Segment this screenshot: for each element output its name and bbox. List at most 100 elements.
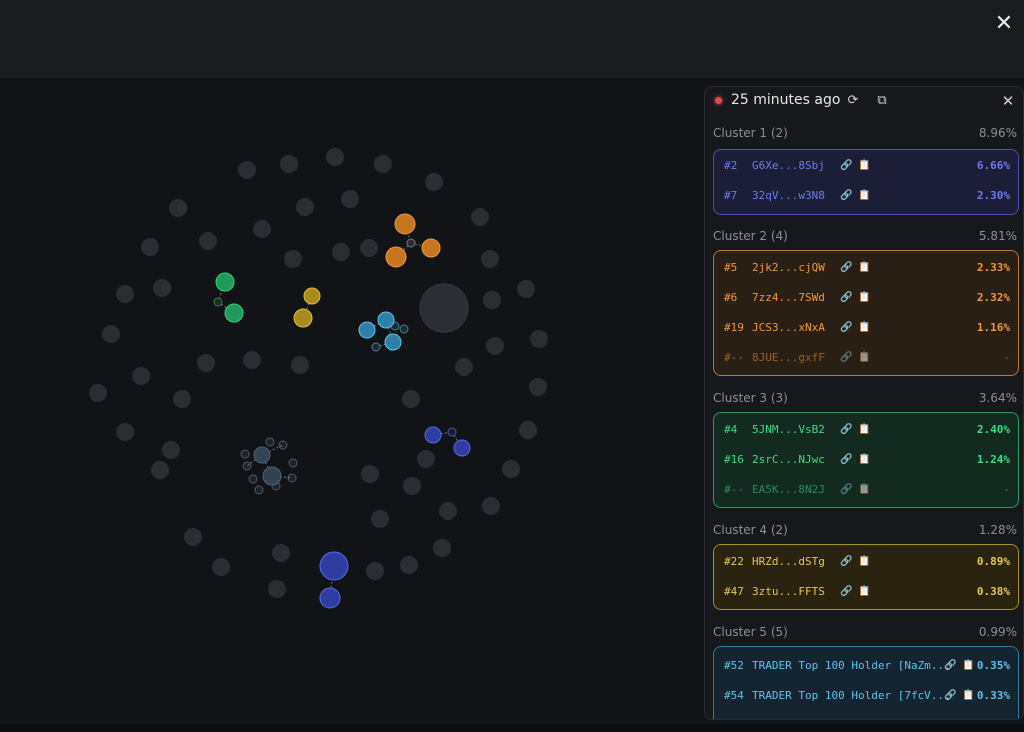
holder-row[interactable]: #52 TRADER Top 100 Holder [NaZm... 🔗 📋 0…: [724, 659, 1010, 675]
holder-bubble[interactable]: [517, 280, 535, 298]
holder-row[interactable]: #6 7zz4...7SWd 🔗 📋 2.32%: [724, 291, 1010, 307]
holder-bubble[interactable]: [262, 466, 282, 486]
holder-bubble[interactable]: [319, 587, 341, 609]
copy-icon[interactable]: 📋: [858, 454, 870, 465]
holder-bubble[interactable]: [89, 384, 107, 402]
holder-bubble[interactable]: [519, 421, 537, 439]
holder-row[interactable]: #16 2srC...NJwc 🔗 📋 1.24%: [724, 453, 1010, 469]
holder-bubble[interactable]: [169, 199, 187, 217]
copy-icon[interactable]: 📋: [858, 190, 870, 201]
holder-bubble[interactable]: [268, 580, 286, 598]
holder-bubble[interactable]: [433, 539, 451, 557]
holder-bubble[interactable]: [406, 238, 416, 248]
link-icon[interactable]: 🔗: [944, 690, 956, 701]
holder-row[interactable]: #47 3ztu...FFTS 🔗 📋 0.38%: [724, 585, 1010, 601]
copy-icon[interactable]: 📋: [962, 690, 974, 701]
copy-icon[interactable]: 📋: [858, 160, 870, 171]
holder-bubble[interactable]: [197, 354, 215, 372]
holder-row[interactable]: #7 32qV...w3N8 🔗 📋 2.30%: [724, 189, 1010, 205]
holder-bubble[interactable]: [366, 562, 384, 580]
holder-address[interactable]: TRADER Top 100 Holder [NaZm...: [752, 659, 951, 672]
holder-bubble[interactable]: [153, 279, 171, 297]
holder-bubble[interactable]: [319, 551, 349, 581]
holder-bubble[interactable]: [486, 337, 504, 355]
holder-bubble[interactable]: [358, 321, 376, 339]
holder-bubble[interactable]: [402, 390, 420, 408]
holder-row[interactable]: #2 G6Xe...8Sbj 🔗 📋 6.66%: [724, 159, 1010, 175]
link-icon[interactable]: 🔗: [840, 586, 852, 597]
holder-bubble[interactable]: [385, 246, 407, 268]
holder-bubble[interactable]: [419, 283, 469, 333]
holder-bubble[interactable]: [199, 232, 217, 250]
copy-icon[interactable]: 📋: [858, 424, 870, 435]
holder-bubble[interactable]: [288, 458, 298, 468]
holder-bubble[interactable]: [238, 161, 256, 179]
copy-icon[interactable]: 📋: [858, 586, 870, 597]
holder-bubble[interactable]: [400, 556, 418, 574]
link-icon[interactable]: 🔗: [840, 352, 852, 363]
link-icon[interactable]: 🔗: [944, 660, 956, 671]
holder-bubble[interactable]: [481, 250, 499, 268]
holder-bubble[interactable]: [280, 155, 298, 173]
holder-row[interactable]: #22 HRZd...dSTg 🔗 📋 0.89%: [724, 555, 1010, 571]
link-icon[interactable]: 🔗: [840, 190, 852, 201]
holder-bubble[interactable]: [184, 528, 202, 546]
holder-bubble[interactable]: [296, 198, 314, 216]
refresh-icon[interactable]: ⟳: [846, 94, 860, 108]
holder-bubble[interactable]: [425, 173, 443, 191]
holder-bubble[interactable]: [421, 238, 441, 258]
holder-bubble[interactable]: [403, 477, 421, 495]
copy-icon[interactable]: 📋: [858, 556, 870, 567]
holder-bubble[interactable]: [471, 208, 489, 226]
holder-bubble[interactable]: [326, 148, 344, 166]
holder-bubble[interactable]: [447, 427, 457, 437]
holder-bubble[interactable]: [141, 238, 159, 256]
holder-row[interactable]: #-- 8JUE...gxfF 🔗 📋 -: [724, 351, 1010, 367]
holder-bubble[interactable]: [265, 437, 275, 447]
holder-row[interactable]: #19 JCS3...xNxA 🔗 📋 1.16%: [724, 321, 1010, 337]
holder-address[interactable]: 5JNM...VsB2: [752, 423, 825, 436]
holder-bubble[interactable]: [371, 342, 381, 352]
holder-bubble[interactable]: [253, 220, 271, 238]
holder-bubble[interactable]: [284, 250, 302, 268]
holder-bubble[interactable]: [371, 510, 389, 528]
holder-bubble[interactable]: [483, 291, 501, 309]
holder-address[interactable]: G6Xe...8Sbj: [752, 159, 825, 172]
holder-bubble[interactable]: [173, 390, 191, 408]
holder-bubble[interactable]: [360, 239, 378, 257]
holder-bubble[interactable]: [254, 485, 264, 495]
holder-bubble[interactable]: [248, 474, 258, 484]
holder-bubble[interactable]: [502, 460, 520, 478]
holder-bubble[interactable]: [453, 439, 471, 457]
holder-address[interactable]: 3ztu...FFTS: [752, 585, 825, 598]
link-icon[interactable]: 🔗: [840, 454, 852, 465]
holder-bubble[interactable]: [213, 297, 223, 307]
bubble-map-graph[interactable]: [0, 78, 704, 724]
holder-bubble[interactable]: [243, 351, 261, 369]
holder-bubble[interactable]: [374, 155, 392, 173]
holder-bubble[interactable]: [439, 502, 457, 520]
holder-bubble[interactable]: [341, 190, 359, 208]
holder-bubble[interactable]: [417, 450, 435, 468]
holder-bubble[interactable]: [102, 325, 120, 343]
copy-icon[interactable]: 📋: [858, 322, 870, 333]
holder-bubble[interactable]: [384, 333, 402, 351]
holder-bubble[interactable]: [293, 308, 313, 328]
link-icon[interactable]: 🔗: [840, 556, 852, 567]
holder-bubble[interactable]: [116, 285, 134, 303]
holder-row[interactable]: #5 2jk2...cjQW 🔗 📋 2.33%: [724, 261, 1010, 277]
holder-address[interactable]: TRADER Top 100 Holder [7fcV...: [752, 689, 951, 702]
holder-address[interactable]: 2jk2...cjQW: [752, 261, 825, 274]
holder-bubble[interactable]: [455, 358, 473, 376]
link-icon[interactable]: 🔗: [840, 262, 852, 273]
close-panel-icon[interactable]: ✕: [1001, 94, 1015, 109]
holder-bubble[interactable]: [240, 449, 250, 459]
holder-bubble[interactable]: [303, 287, 321, 305]
close-icon[interactable]: ✕: [992, 12, 1016, 36]
holder-address[interactable]: EA5K...8N2J: [752, 483, 825, 496]
holder-row[interactable]: #54 TRADER Top 100 Holder [7fcV... 🔗 📋 0…: [724, 689, 1010, 705]
copy-icon[interactable]: 📋: [858, 352, 870, 363]
holder-address[interactable]: 7zz4...7SWd: [752, 291, 825, 304]
holder-bubble[interactable]: [529, 378, 547, 396]
holder-bubble[interactable]: [424, 426, 442, 444]
